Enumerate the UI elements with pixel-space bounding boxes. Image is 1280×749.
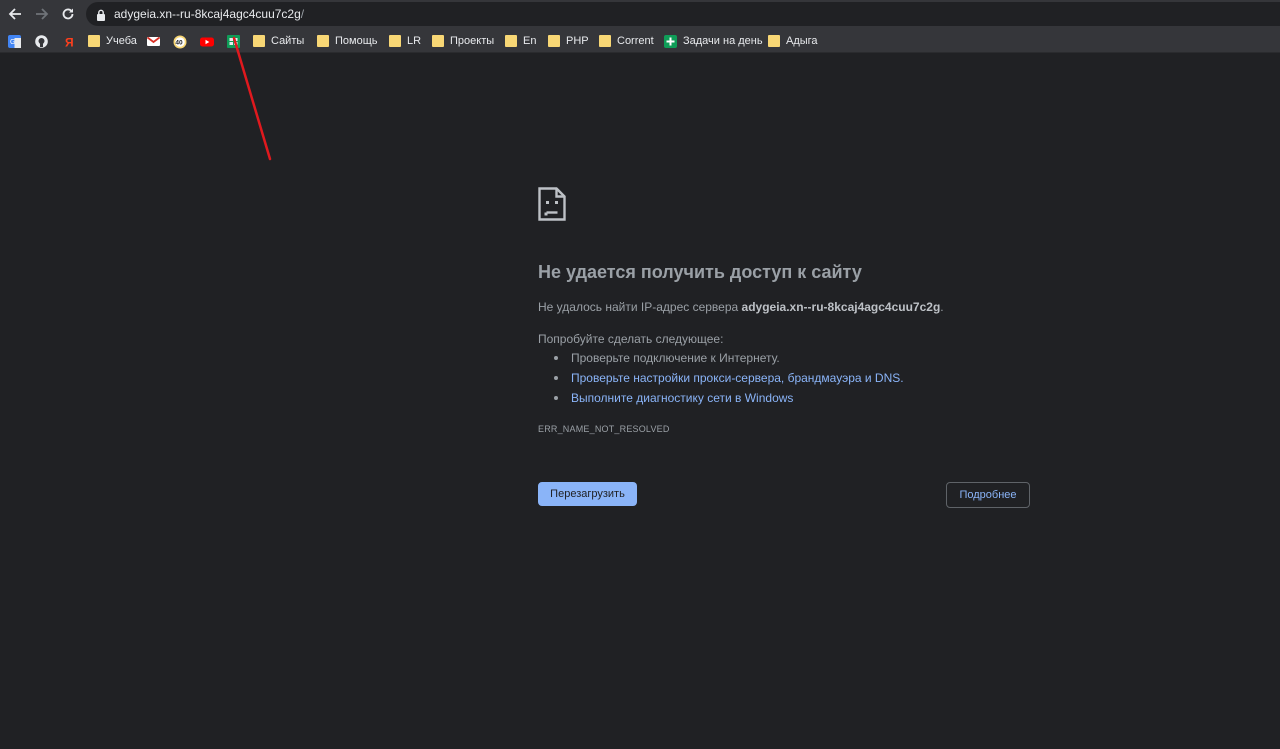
folder-icon — [389, 35, 401, 47]
reload-icon[interactable] — [58, 4, 78, 24]
badge-40-text: 40 — [175, 39, 183, 46]
suggestion-run-diagnostics[interactable]: Выполните диагностику сети в Windows — [554, 391, 793, 405]
badge-40-icon: 40 — [173, 35, 187, 48]
bookmark-label: Помощь — [335, 35, 378, 47]
url-host: adygeia.xn--ru-8kcaj4agc4cuu7c2g — [114, 7, 301, 21]
suggestion-link-diagnostics[interactable]: Выполните диагностику сети в Windows — [571, 391, 793, 405]
bookmark-folder-ucheba[interactable]: Учеба — [88, 33, 137, 49]
bullet — [554, 396, 558, 400]
forward-icon[interactable] — [32, 4, 52, 24]
gmail-icon — [146, 35, 161, 48]
bookmark-tasks[interactable]: Задачи на день — [664, 33, 763, 49]
folder-icon — [432, 35, 444, 47]
back-icon[interactable] — [5, 4, 25, 24]
folder-icon — [548, 35, 560, 47]
browser-toolbar: adygeia.xn--ru-8kcaj4agc4cuu7c2g/ — [0, 0, 1280, 28]
bookmark-label: PHP — [566, 35, 589, 47]
svg-text:Я: Я — [65, 35, 74, 48]
youtube-icon — [200, 35, 214, 48]
bookmark-folder-en[interactable]: En — [505, 33, 536, 49]
svg-text:G: G — [10, 39, 15, 46]
bookmark-folder-php[interactable]: PHP — [548, 33, 589, 49]
folder-icon — [505, 35, 517, 47]
bookmark-google-translate[interactable]: G — [8, 33, 27, 49]
details-button[interactable]: Подробнее — [946, 482, 1030, 508]
bookmark-label: Учеба — [106, 35, 137, 47]
bookmark-label: En — [523, 35, 537, 47]
bullet — [554, 356, 558, 360]
bookmark-label: Адыга — [786, 35, 818, 47]
bookmark-github[interactable] — [35, 33, 54, 49]
bookmark-sheets[interactable] — [227, 33, 246, 49]
google-translate-icon: G — [8, 34, 21, 48]
sheets-icon — [227, 34, 240, 48]
bookmarks-bar: G Я Учеба 40 Сайты Помощь LR Проекты En … — [0, 28, 1280, 53]
bookmark-label: Corrent — [617, 35, 654, 47]
bookmark-label: LR — [407, 35, 422, 47]
url-text[interactable]: adygeia.xn--ru-8kcaj4agc4cuu7c2g/ — [114, 7, 304, 21]
error-description-prefix: Не удалось найти IP-адрес сервера — [538, 300, 742, 314]
bookmark-label: Проекты — [450, 35, 495, 47]
suggestion-link-proxy[interactable]: Проверьте настройки прокси-сервера, бран… — [571, 371, 904, 385]
tasks-plus-icon — [664, 34, 677, 48]
address-bar[interactable]: adygeia.xn--ru-8kcaj4agc4cuu7c2g/ — [86, 2, 1280, 26]
bookmark-label: Сайты — [271, 35, 305, 47]
url-path: / — [300, 7, 305, 21]
suggestion-check-connection: Проверьте подключение к Интернету. — [554, 351, 780, 365]
folder-icon — [768, 35, 780, 47]
folder-icon — [599, 35, 611, 47]
sad-page-icon — [538, 187, 566, 221]
bookmark-gmail[interactable] — [146, 33, 166, 49]
error-description-suffix: . — [940, 300, 944, 314]
github-icon — [35, 34, 48, 48]
bookmark-folder-adyga[interactable]: Адыга — [768, 33, 818, 49]
error-code: ERR_NAME_NOT_RESOLVED — [538, 424, 670, 434]
bookmark-youtube[interactable] — [200, 33, 219, 49]
try-heading: Попробуйте сделать следующее: — [538, 332, 724, 346]
reload-button[interactable]: Перезагрузить — [538, 482, 637, 506]
bookmark-folder-proekty[interactable]: Проекты — [432, 33, 494, 49]
folder-icon — [317, 35, 329, 47]
bookmark-badge-40[interactable]: 40 — [173, 33, 192, 49]
bullet — [554, 376, 558, 380]
error-description: Не удалось найти IP-адрес сервера adygei… — [538, 300, 944, 314]
lock-icon[interactable] — [96, 8, 106, 21]
bookmark-folder-corrent[interactable]: Corrent — [599, 33, 654, 49]
bookmark-folder-lr[interactable]: LR — [389, 33, 421, 49]
yandex-icon: Я — [62, 35, 75, 49]
error-title: Не удается получить доступ к сайту — [538, 262, 862, 282]
folder-icon — [88, 35, 100, 47]
folder-icon — [253, 35, 265, 47]
bookmark-yandex[interactable]: Я — [62, 33, 81, 49]
error-host: adygeia.xn--ru-8kcaj4agc4cuu7c2g — [741, 300, 941, 314]
bookmark-label: Задачи на день — [683, 35, 763, 47]
suggestion-text: Проверьте подключение к Интернету. — [571, 351, 780, 365]
suggestion-check-proxy[interactable]: Проверьте настройки прокси-сервера, бран… — [554, 371, 904, 385]
bookmark-folder-saity[interactable]: Сайты — [253, 33, 304, 49]
bookmark-folder-pomosch[interactable]: Помощь — [317, 33, 378, 49]
